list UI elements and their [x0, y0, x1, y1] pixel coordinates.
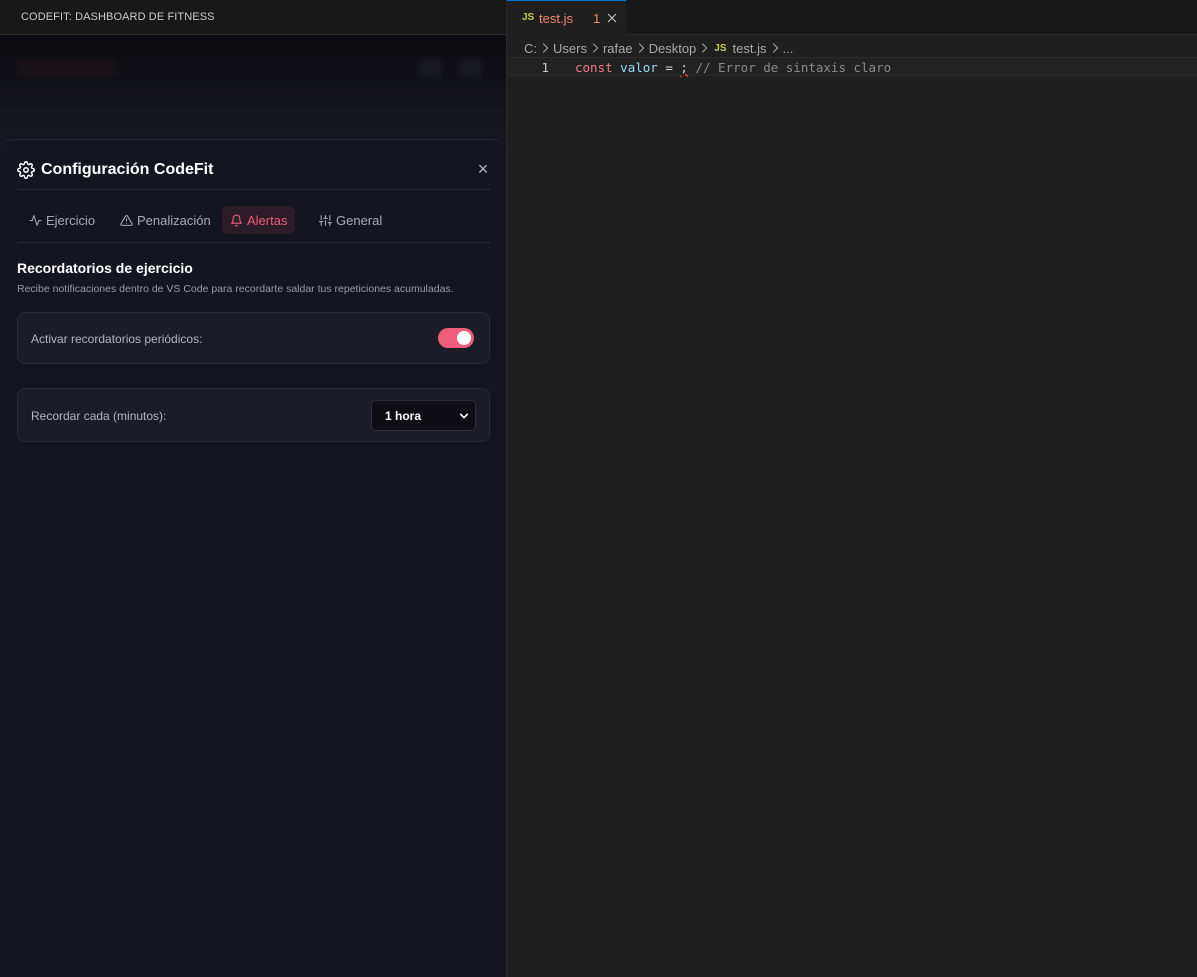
reminders-toggle[interactable]: [438, 328, 474, 348]
gear-icon: [17, 161, 35, 179]
tab-penalizacion[interactable]: Penalización: [112, 206, 219, 234]
interval-select-value: 1 hora: [385, 409, 422, 423]
chevron-right-icon: [542, 43, 549, 53]
webview-title-bar: CODEFIT: DASHBOARD DE FITNESS: [0, 0, 506, 35]
warning-icon: [120, 214, 133, 226]
breadcrumb-item[interactable]: test.js: [733, 41, 767, 56]
problem-count-badge: 1: [593, 11, 601, 26]
dashboard-button-blurred: [460, 59, 482, 77]
tab-label: Ejercicio: [46, 212, 96, 228]
dashboard-logo-blurred: [16, 59, 116, 77]
codefit-webview-pane: CODEFIT: DASHBOARD DE FITNESS Configurac…: [0, 0, 506, 977]
section-description: Recibe notificaciones dentro de VS Code …: [17, 283, 454, 295]
breadcrumb-item[interactable]: Users: [553, 41, 587, 56]
interval-card: Recordar cada (minutos): 1 hora: [17, 388, 490, 442]
keyword-token: const: [575, 60, 613, 75]
tab-label: Penalización: [137, 212, 211, 228]
editor-tab-test-js[interactable]: JS test.js 1: [507, 0, 626, 35]
dashboard-button-blurred: [420, 59, 442, 77]
editor-tab-strip: JS test.js 1: [507, 0, 1197, 35]
breadcrumb-item[interactable]: C:: [524, 41, 537, 56]
close-icon[interactable]: ×: [475, 160, 491, 178]
activity-icon: [29, 214, 42, 226]
settings-panel: Configuración CodeFit × Ejercicio Penali…: [0, 139, 506, 977]
sliders-icon: [319, 214, 332, 226]
toggle-knob: [457, 331, 471, 345]
comment-token: // Error de sintaxis claro: [695, 60, 892, 75]
code-editor: JS test.js 1 C: Users rafae Desktop JS t…: [507, 0, 1197, 977]
chevron-right-icon: [772, 43, 778, 53]
tab-alertas[interactable]: Alertas: [222, 206, 296, 234]
webview-title: CODEFIT: DASHBOARD DE FITNESS: [21, 11, 215, 23]
chevron-down-icon: [459, 413, 469, 419]
editor-tab-label: test.js: [539, 11, 573, 26]
reminders-label: Activar recordatorios periódicos:: [31, 332, 203, 346]
operator-token: =: [665, 60, 673, 75]
line-number: 1: [541, 60, 549, 75]
tab-label: General: [336, 212, 383, 228]
chevron-right-icon: [702, 43, 708, 53]
tab-ejercicio[interactable]: Ejercicio: [21, 206, 103, 234]
settings-title: Configuración CodeFit: [41, 161, 214, 178]
breadcrumb-item[interactable]: Desktop: [649, 41, 697, 56]
section-title: Recordatorios de ejercicio: [17, 260, 193, 276]
breadcrumb-item[interactable]: ...: [783, 41, 794, 56]
settings-tabs: Ejercicio Penalización Alertas General: [17, 206, 491, 243]
syntax-error-token: ;: [680, 60, 688, 75]
interval-label: Recordar cada (minutos):: [31, 409, 167, 423]
dashboard-background: [0, 35, 506, 145]
code-text[interactable]: const valor = ; // Error de sintaxis cla…: [575, 60, 891, 75]
js-file-icon: JS: [522, 12, 535, 23]
breadcrumb-item[interactable]: rafae: [603, 41, 633, 56]
bell-icon: [231, 214, 242, 226]
chevron-right-icon: [592, 43, 599, 53]
tab-label: Alertas: [247, 212, 288, 228]
close-icon[interactable]: [606, 12, 618, 24]
chevron-right-icon: [638, 43, 644, 53]
breadcrumb: C: Users rafae Desktop JS test.js ...: [524, 39, 793, 57]
js-file-icon: JS: [714, 42, 727, 54]
tab-general[interactable]: General: [311, 206, 390, 234]
reminders-card: Activar recordatorios periódicos:: [17, 312, 490, 364]
variable-token: valor: [620, 60, 658, 75]
code-line[interactable]: 1 const valor = ; // Error de sintaxis c…: [507, 57, 1197, 76]
settings-header: Configuración CodeFit ×: [17, 140, 491, 190]
interval-select[interactable]: 1 hora: [371, 400, 476, 431]
